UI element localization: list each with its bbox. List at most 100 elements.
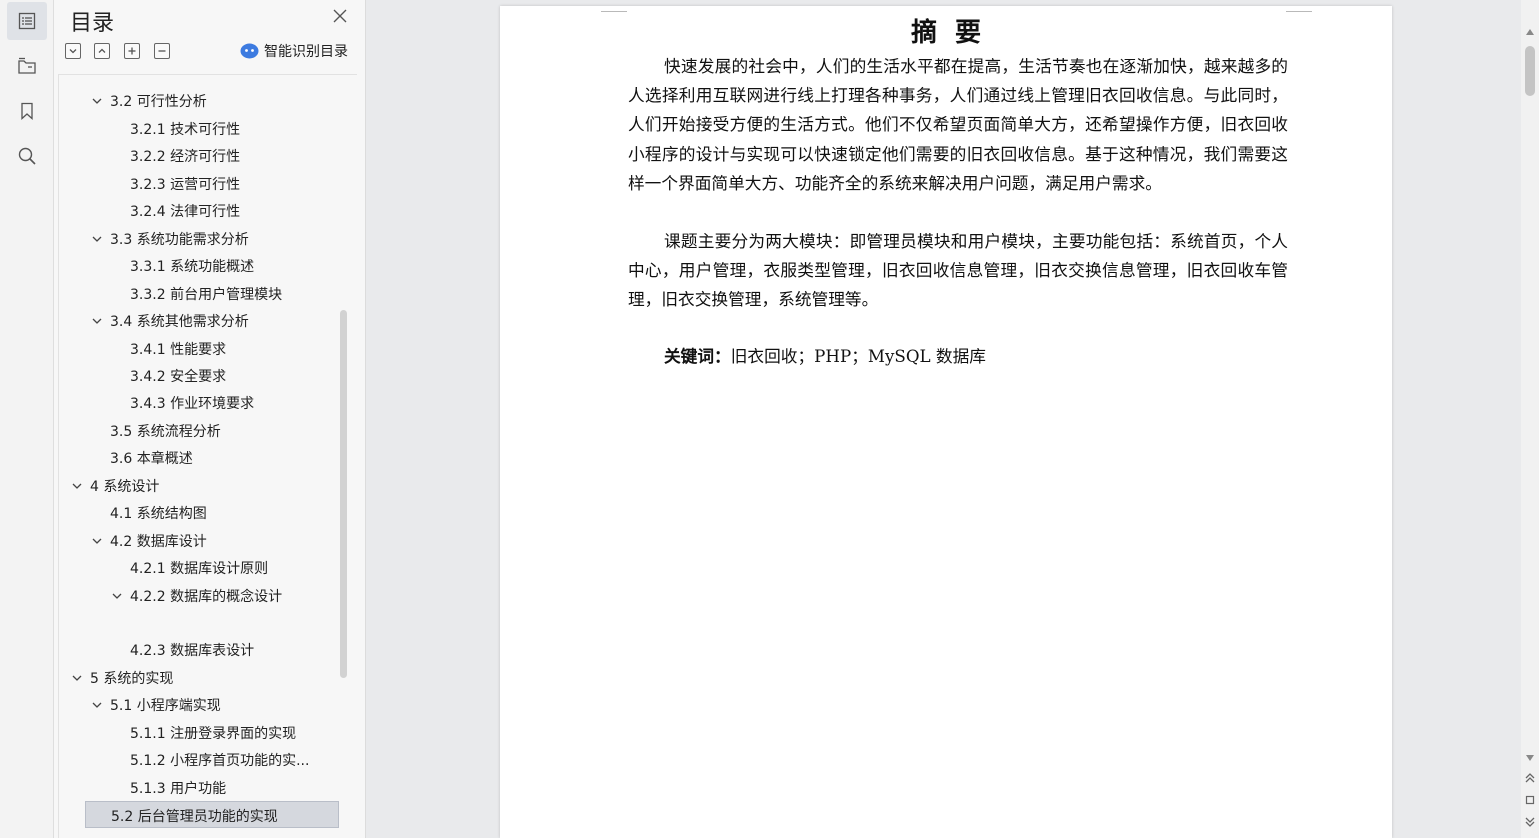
abstract-paragraph: 课题主要分为两大模块：即管理员模块和用户模块，主要功能包括：系统首页，个人中心，… (628, 231, 1288, 310)
next-page-button[interactable] (1524, 816, 1536, 828)
toc-item-label: 3.6 本章概述 (110, 451, 193, 468)
scroll-up-button[interactable] (1524, 26, 1536, 38)
chevron-down-icon[interactable] (91, 233, 103, 245)
toc-item-label: 3.4.1 性能要求 (130, 341, 227, 358)
toc-item[interactable]: 3.3 系统功能需求分析 (59, 225, 354, 252)
toc-item[interactable]: 3.4.1 性能要求 (59, 335, 354, 362)
page-icon (1525, 795, 1535, 805)
collapse-all-button[interactable] (94, 43, 110, 59)
toc-title: 目录 (70, 11, 115, 36)
chevron-down-icon[interactable] (91, 95, 103, 107)
toc-item-label: 3.2 可行性分析 (110, 94, 207, 111)
scroll-thumb[interactable] (1525, 46, 1535, 96)
toc-item[interactable]: 5.2 后台管理员功能的实现 (85, 801, 339, 829)
chevron-down-icon[interactable] (111, 590, 123, 602)
double-down-icon (1525, 817, 1535, 827)
toc-item-label: 5 系统的实现 (90, 670, 174, 687)
ai-icon (240, 43, 259, 59)
toc-item[interactable]: 3.2.3 运营可行性 (59, 170, 354, 197)
toc-item-label: 3.3.2 前台用户管理模块 (130, 286, 283, 303)
page-mode-button[interactable] (1524, 794, 1536, 806)
toc-scrollbar[interactable] (340, 310, 347, 678)
toc-item-label: 5.1 小程序端实现 (110, 698, 221, 715)
close-icon[interactable] (332, 8, 348, 24)
toc-item[interactable]: 3.2 可行性分析 (59, 87, 354, 114)
toc-icon (18, 12, 36, 30)
previous-page-button[interactable] (1524, 772, 1536, 784)
toc-item-label: 5.1.2 小程序首页功能的实... (130, 753, 310, 770)
toc-item-label: 4.2.3 数据库表设计 (130, 643, 255, 660)
toc-panel: 目录 智能识别目录 3.2 可行性分析 3.2.1 技术可行性 3.2.2 经济… (54, 0, 366, 838)
toc-item-label: 5.1.3 用户功能 (130, 780, 227, 797)
toc-item[interactable]: 3.4.2 安全要求 (59, 362, 354, 389)
chevron-up-icon (98, 48, 106, 53)
toc-item[interactable]: 4.2.3 数据库表设计 (59, 636, 354, 663)
expand-level-button[interactable] (124, 43, 140, 59)
toc-item[interactable]: 3.2.4 法律可行性 (59, 197, 354, 224)
smart-toc-button[interactable]: 智能识别目录 (240, 41, 348, 61)
toc-item[interactable]: 3.1 需求分析概述 (59, 75, 354, 87)
toc-item[interactable]: 5.1.2 小程序首页功能的实... (59, 746, 354, 773)
collapse-level-button[interactable] (154, 43, 170, 59)
keywords-value: 旧衣回收；PHP；MySQL 数据库 (730, 346, 986, 366)
double-up-icon (1525, 773, 1535, 783)
abstract-heading: 摘要 (910, 18, 999, 48)
toc-list: 3.1 需求分析概述 3.2 可行性分析 3.2.1 技术可行性 3.2.2 经济可行… (58, 74, 357, 838)
toc-item[interactable]: 4.2.2 数据库的概念设计 (59, 582, 354, 609)
minus-icon (158, 50, 166, 52)
chevron-down-icon[interactable] (91, 315, 103, 327)
smart-toc-label: 智能识别目录 (264, 44, 348, 60)
toc-item[interactable]: 4.1 系统结构图 (59, 499, 354, 526)
toc-item-label: 3.2.3 运营可行性 (130, 176, 241, 193)
bookmark-icon (21, 102, 33, 120)
chevron-down-icon[interactable] (91, 699, 103, 711)
toc-item-label: 3.2.2 经济可行性 (130, 149, 241, 166)
toc-item-label: 4.1 系统结构图 (110, 506, 207, 523)
thumbnail-icon (18, 57, 36, 74)
search-panel-button[interactable] (7, 137, 47, 175)
toc-item[interactable]: 4.2.1 数据库设计原则 (59, 554, 354, 581)
toc-item-label: 3.4.2 安全要求 (130, 368, 227, 385)
thumbnail-panel-button[interactable] (7, 47, 47, 85)
toc-item[interactable]: 3.3.1 系统功能概述 (59, 252, 354, 279)
toc-item[interactable]: 5.1 小程序端实现 (59, 691, 354, 718)
toc-item-label: 4 系统设计 (90, 478, 160, 495)
toc-item[interactable]: 3.6 本章概述 (59, 444, 354, 471)
toc-item[interactable]: 3.4 系统其他需求分析 (59, 307, 354, 334)
toc-item[interactable]: 5 系统的实现 (59, 664, 354, 691)
triangle-up-icon (1526, 29, 1534, 35)
bookmark-panel-button[interactable] (7, 92, 47, 130)
scroll-down-button[interactable] (1524, 752, 1536, 764)
toc-item[interactable]: 3.3.2 前台用户管理模块 (59, 280, 354, 307)
chevron-down-icon[interactable] (71, 672, 83, 684)
toc-item[interactable] (59, 609, 354, 636)
toc-item-label: 3.2.4 法律可行性 (130, 204, 241, 221)
toc-item[interactable]: 3.4.3 作业环境要求 (59, 389, 354, 416)
toc-item-label: 3.5 系统流程分析 (110, 423, 221, 440)
triangle-down-icon (1526, 755, 1534, 761)
document-scrollbar[interactable] (1521, 0, 1539, 838)
document-viewer: 目录 智能识别目录 3.2 可行性分析 3.2.1 技术可行性 3.2.2 经济… (0, 0, 1539, 838)
chevron-down-icon (69, 49, 77, 54)
toc-item-label: 4.2 数据库设计 (110, 533, 207, 550)
side-rail (0, 0, 54, 838)
toc-item[interactable]: 4.2 数据库设计 (59, 527, 354, 554)
toc-item[interactable]: 5.1.1 注册登录界面的实现 (59, 719, 354, 746)
toc-item-label: 4.2.2 数据库的概念设计 (130, 588, 283, 605)
toc-item[interactable]: 4 系统设计 (59, 472, 354, 499)
toc-item-label: 3.4 系统其他需求分析 (110, 314, 249, 331)
toc-item-label: 3.3.1 系统功能概述 (130, 259, 255, 276)
keywords-label: 关键词： (664, 346, 731, 366)
chevron-down-icon[interactable] (91, 535, 103, 547)
toc-item[interactable]: 3.5 系统流程分析 (59, 417, 354, 444)
chevron-down-icon[interactable] (71, 480, 83, 492)
toc-item[interactable]: 3.2.2 经济可行性 (59, 142, 354, 169)
toc-item-label: 5.2 后台管理员功能的实现 (111, 809, 278, 826)
abstract-paragraph: 快速发展的社会中，人们的生活水平都在提高，生活节奏也在逐渐加快，越来越多的人选择… (628, 56, 1288, 193)
document-area: 摘要 快速发展的社会中，人们的生活水平都在提高，生活节奏也在逐渐加快，越来越多的… (366, 0, 1521, 838)
toc-panel-button[interactable] (7, 2, 47, 40)
toc-item[interactable]: 3.2.1 技术可行性 (59, 115, 354, 142)
toc-item[interactable]: 5.1.3 用户功能 (59, 774, 354, 801)
plus-icon (128, 47, 136, 55)
expand-all-button[interactable] (65, 43, 81, 59)
